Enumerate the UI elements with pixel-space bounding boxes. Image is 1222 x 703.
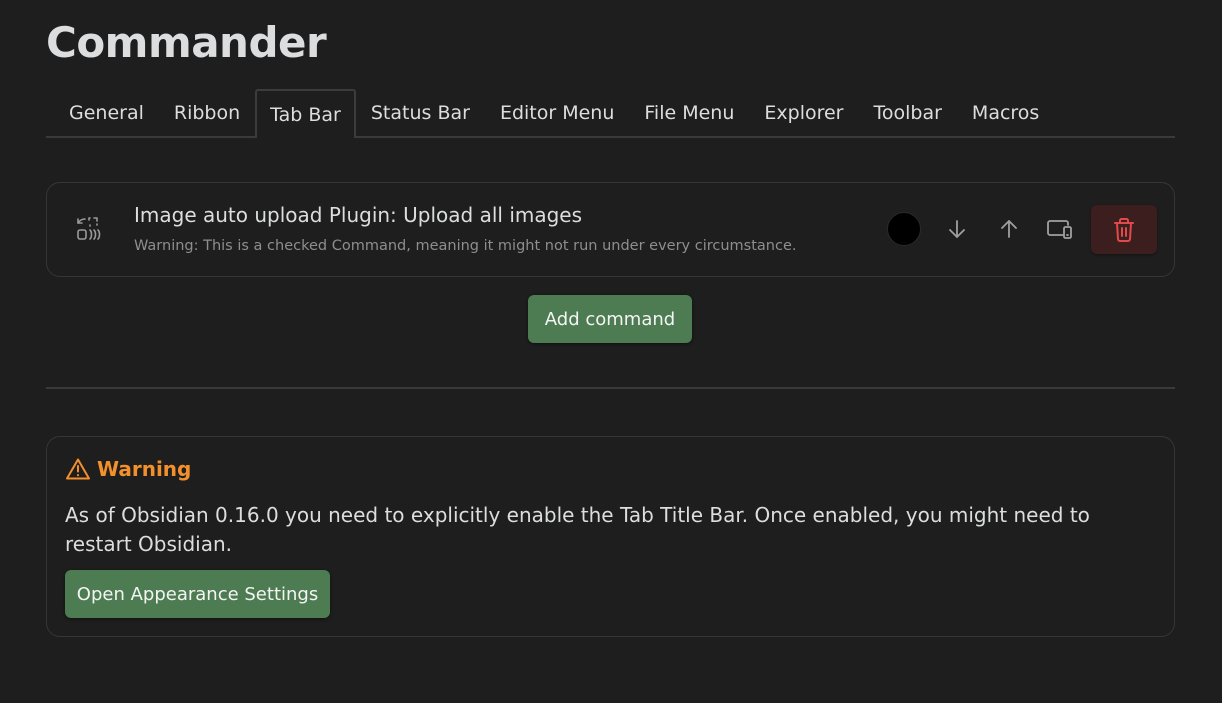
warning-callout: Warning As of Obsidian 0.16.0 you need t…: [46, 436, 1175, 637]
warning-triangle-icon: [66, 458, 90, 480]
device-mode-icon: [1047, 220, 1072, 239]
warning-header: Warning: [65, 457, 191, 481]
command-color-picker[interactable]: [887, 212, 921, 246]
tab-status-bar[interactable]: Status Bar: [356, 90, 485, 136]
command-name: Image auto upload Plugin: Upload all ima…: [134, 203, 583, 227]
page-title: Commander: [46, 18, 327, 67]
tab-macros[interactable]: Macros: [957, 90, 1054, 136]
move-down-icon: [949, 220, 965, 238]
settings-tab-bar: General Ribbon Tab Bar Status Bar Editor…: [46, 89, 1175, 138]
command-item: Image auto upload Plugin: Upload all ima…: [46, 182, 1175, 277]
trash-icon: [1114, 217, 1134, 242]
warning-text: As of Obsidian 0.16.0 you need to explic…: [65, 503, 1090, 556]
open-appearance-settings-button[interactable]: Open Appearance Settings: [65, 570, 330, 618]
tab-file-menu[interactable]: File Menu: [629, 90, 749, 136]
tab-ribbon[interactable]: Ribbon: [159, 90, 255, 136]
commander-settings-page: Commander General Ribbon Tab Bar Status …: [0, 0, 1222, 703]
tab-toolbar[interactable]: Toolbar: [859, 90, 957, 136]
tab-editor-menu[interactable]: Editor Menu: [485, 90, 629, 136]
tab-tab-bar[interactable]: Tab Bar: [255, 89, 356, 138]
tab-explorer[interactable]: Explorer: [749, 90, 858, 136]
command-warning-text: Warning: This is a checked Command, mean…: [134, 238, 797, 254]
section-divider: [46, 387, 1175, 389]
device-mode-button[interactable]: [1045, 214, 1075, 244]
delete-command-button[interactable]: [1091, 205, 1157, 254]
add-command-button[interactable]: Add command: [528, 295, 692, 343]
warning-title: Warning: [97, 457, 192, 481]
move-down-button[interactable]: [942, 214, 972, 244]
move-up-button[interactable]: [994, 214, 1024, 244]
tab-general[interactable]: General: [46, 90, 159, 136]
move-up-icon: [1001, 220, 1017, 238]
image-upload-icon[interactable]: [75, 215, 103, 243]
